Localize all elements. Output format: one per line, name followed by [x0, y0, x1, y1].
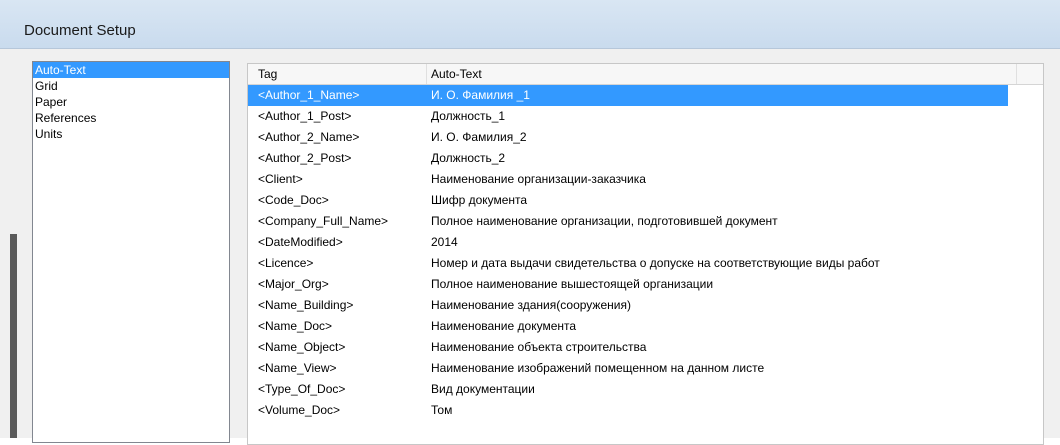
table-row[interactable]: <DateModified> 2014: [248, 232, 1008, 253]
dialog-content: Auto-Text Grid Paper References Units Tag Au…: [10, 49, 1060, 445]
column-header-auto-text[interactable]: Auto-Text: [426, 64, 1011, 84]
tag-cell: <Volume_Doc>: [258, 403, 341, 417]
tag-cell: <Company_Full_Name>: [258, 214, 389, 228]
table-row[interactable]: <Author_1_Post> Должность_1: [248, 106, 1008, 127]
grid-rows: <Author_1_Name> И. О. Фамилия _1 <Author_1…: [248, 85, 1043, 421]
tag-cell: <Author_1_Post>: [258, 109, 352, 123]
auto-text-cell[interactable]: Должность_2: [431, 148, 1008, 169]
table-row[interactable]: <Company_Full_Name> Полное наименование о…: [248, 211, 1008, 232]
tag-cell: <Author_2_Name>: [258, 130, 360, 144]
sidebar-item-paper[interactable]: Paper: [33, 94, 229, 110]
category-list[interactable]: Auto-Text Grid Paper References Units: [32, 61, 230, 443]
tag-cell: <Licence>: [258, 256, 314, 270]
tag-cell: <Major_Org>: [258, 277, 329, 291]
tag-cell: <Client>: [258, 172, 303, 186]
auto-text-cell[interactable]: Наименование документа: [431, 316, 1008, 337]
table-row[interactable]: <Name_View> Наименование изображений поме…: [248, 358, 1008, 379]
tag-cell: <Name_Object>: [258, 340, 346, 354]
auto-text-cell[interactable]: Вид документации: [431, 379, 1008, 400]
auto-text-cell[interactable]: Наименование здания(сооружения): [431, 295, 1008, 316]
column-header-tag[interactable]: Tag: [258, 64, 418, 84]
auto-text-cell[interactable]: Номер и дата выдачи свидетельства о допу…: [431, 253, 1008, 274]
auto-text-cell[interactable]: Наименование организации-заказчика: [431, 169, 1008, 190]
auto-text-grid: Tag Auto-Text <Author_1_Name> И. О. Фамил…: [247, 63, 1044, 445]
auto-text-cell[interactable]: Полное наименование организации, подгото…: [431, 211, 1008, 232]
table-row[interactable]: <Code_Doc> Шифр документа: [248, 190, 1008, 211]
table-row[interactable]: <Name_Object> Наименование объекта строит…: [248, 337, 1008, 358]
auto-text-cell[interactable]: Шифр документа: [431, 190, 1008, 211]
column-header-filler: [1016, 64, 1043, 84]
table-row[interactable]: <Major_Org> Полное наименование вышестоящ…: [248, 274, 1008, 295]
auto-text-cell[interactable]: И. О. Фамилия_2: [431, 127, 1008, 148]
table-row[interactable]: <Type_Of_Doc> Вид документации: [248, 379, 1008, 400]
auto-text-cell[interactable]: Наименование изображений помещенном на д…: [431, 358, 1008, 379]
table-row[interactable]: <Client> Наименование организации-заказчи…: [248, 169, 1008, 190]
document-setup-window: Document Setup Auto-Text Grid Paper Referen…: [0, 0, 1060, 445]
sidebar-item-references[interactable]: References: [33, 110, 229, 126]
sidebar-item-auto-text[interactable]: Auto-Text: [33, 62, 229, 78]
auto-text-cell[interactable]: Наименование объекта строительства: [431, 337, 1008, 358]
tag-cell: <Name_Doc>: [258, 319, 333, 333]
table-row[interactable]: <Author_1_Name> И. О. Фамилия _1: [248, 85, 1008, 106]
table-row[interactable]: <Author_2_Post> Должность_2: [248, 148, 1008, 169]
auto-text-cell[interactable]: И. О. Фамилия _1: [431, 85, 1008, 106]
table-row[interactable]: <Author_2_Name> И. О. Фамилия_2: [248, 127, 1008, 148]
sidebar-item-units[interactable]: Units: [33, 126, 229, 142]
tag-cell: <DateModified>: [258, 235, 343, 249]
tag-cell: <Name_Building>: [258, 298, 354, 312]
auto-text-cell[interactable]: Должность_1: [431, 106, 1008, 127]
auto-text-cell[interactable]: Полное наименование вышестоящей организа…: [431, 274, 1008, 295]
tag-cell: <Author_2_Post>: [258, 151, 352, 165]
tag-cell: <Code_Doc>: [258, 193, 329, 207]
sidebar-item-grid[interactable]: Grid: [33, 78, 229, 94]
window-edge-shadow: [10, 234, 17, 438]
window-title: Document Setup: [24, 22, 136, 39]
table-row[interactable]: <Volume_Doc> Том: [248, 400, 1008, 421]
table-row[interactable]: <Name_Building> Наименование здания(соору…: [248, 295, 1008, 316]
tag-cell: <Type_Of_Doc>: [258, 382, 346, 396]
table-row[interactable]: <Name_Doc> Наименование документа: [248, 316, 1008, 337]
table-row[interactable]: <Licence> Номер и дата выдачи свидетельст…: [248, 253, 1008, 274]
tag-cell: <Name_View>: [258, 361, 337, 375]
grid-header: Tag Auto-Text: [248, 64, 1043, 85]
auto-text-cell[interactable]: Том: [431, 400, 1008, 421]
title-bar[interactable]: Document Setup: [0, 0, 1060, 49]
tag-cell: <Author_1_Name>: [258, 88, 360, 102]
auto-text-cell[interactable]: 2014: [431, 232, 1008, 253]
